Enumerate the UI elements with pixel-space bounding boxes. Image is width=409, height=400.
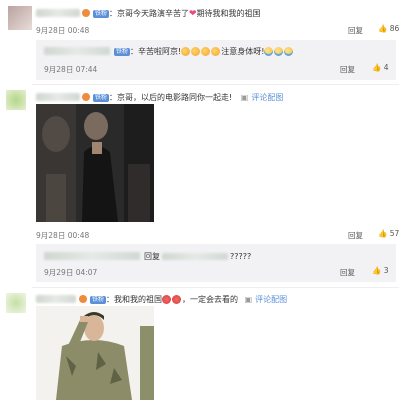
thumb-up-icon: 👍	[372, 63, 382, 72]
thumb-up-icon: 👍	[378, 229, 388, 238]
like-count: 86	[389, 24, 400, 33]
image-icon: ▣	[244, 295, 253, 304]
like-count: 3	[383, 266, 389, 275]
crying-emoji-icon	[284, 47, 294, 56]
username-blurred[interactable]	[36, 295, 76, 303]
reply-text: 铁粉 ：辛苦啦阿京! 注意身体呀!	[114, 46, 294, 57]
emoji-icon	[191, 47, 201, 56]
comment-image[interactable]	[36, 306, 154, 400]
comment-image-link[interactable]: ▣ 评论配图	[241, 93, 284, 102]
comment-text: 铁粉 ：京哥今天路演辛苦了❤期待我和我的祖国	[93, 8, 261, 19]
reply-button[interactable]: 回复	[348, 25, 363, 36]
vip-icon	[82, 93, 90, 101]
like-count: 57	[389, 229, 400, 238]
emoji-icon	[211, 47, 221, 56]
like-button[interactable]: 👍 4	[372, 63, 389, 72]
username-blurred[interactable]	[36, 93, 80, 101]
comment-time: 9月28日 00:48	[36, 231, 90, 240]
reply-time: 9月28日 07:44	[44, 65, 98, 74]
comment-text: 铁粉 ：我和我的祖国 ，一定会去看的 ▣ 评论配图	[90, 295, 288, 304]
username-blurred[interactable]	[44, 47, 110, 55]
username-blurred[interactable]	[36, 9, 80, 17]
emoji-icon	[162, 295, 172, 304]
comment-text: 铁粉 ：京哥，以后的电影路同你一起走! ▣ 评论配图	[93, 93, 284, 102]
reply-text: 回复?????	[144, 252, 252, 261]
like-button[interactable]: 👍 57	[378, 229, 399, 238]
thumb-up-icon: 👍	[372, 266, 382, 275]
like-count: 4	[383, 63, 389, 72]
reply-button[interactable]: 回复	[348, 230, 363, 241]
emoji-icon	[181, 47, 191, 56]
reply-time: 9月29日 04:07	[44, 268, 98, 277]
thumb-up-icon: 👍	[378, 24, 388, 33]
vip-icon	[79, 295, 87, 303]
heart-icon: ❤	[189, 8, 197, 19]
fan-badge: 铁粉	[90, 295, 107, 304]
vip-icon	[82, 9, 90, 17]
mention-blurred[interactable]	[162, 253, 228, 260]
divider	[32, 287, 399, 288]
fan-badge: 铁粉	[114, 47, 131, 56]
avatar[interactable]	[6, 293, 26, 313]
reply-button[interactable]: 回复	[340, 267, 355, 278]
like-button[interactable]: 👍 3	[372, 266, 389, 275]
like-button[interactable]: 👍 86	[378, 24, 399, 33]
crying-emoji-icon	[274, 47, 284, 56]
emoji-icon	[201, 47, 211, 56]
fan-badge: 铁粉	[93, 9, 110, 18]
image-icon: ▣	[240, 93, 249, 102]
comment-time: 9月28日 00:48	[36, 26, 90, 35]
username-blurred[interactable]	[44, 252, 140, 260]
avatar[interactable]	[6, 90, 26, 110]
comment-image-link[interactable]: ▣ 评论配图	[245, 295, 288, 304]
divider	[32, 84, 399, 85]
fan-badge: 铁粉	[93, 93, 110, 102]
avatar[interactable]	[8, 6, 32, 30]
emoji-icon	[172, 295, 182, 304]
crying-emoji-icon	[264, 47, 274, 56]
reply-button[interactable]: 回复	[340, 64, 355, 75]
comment-image[interactable]	[36, 104, 154, 222]
